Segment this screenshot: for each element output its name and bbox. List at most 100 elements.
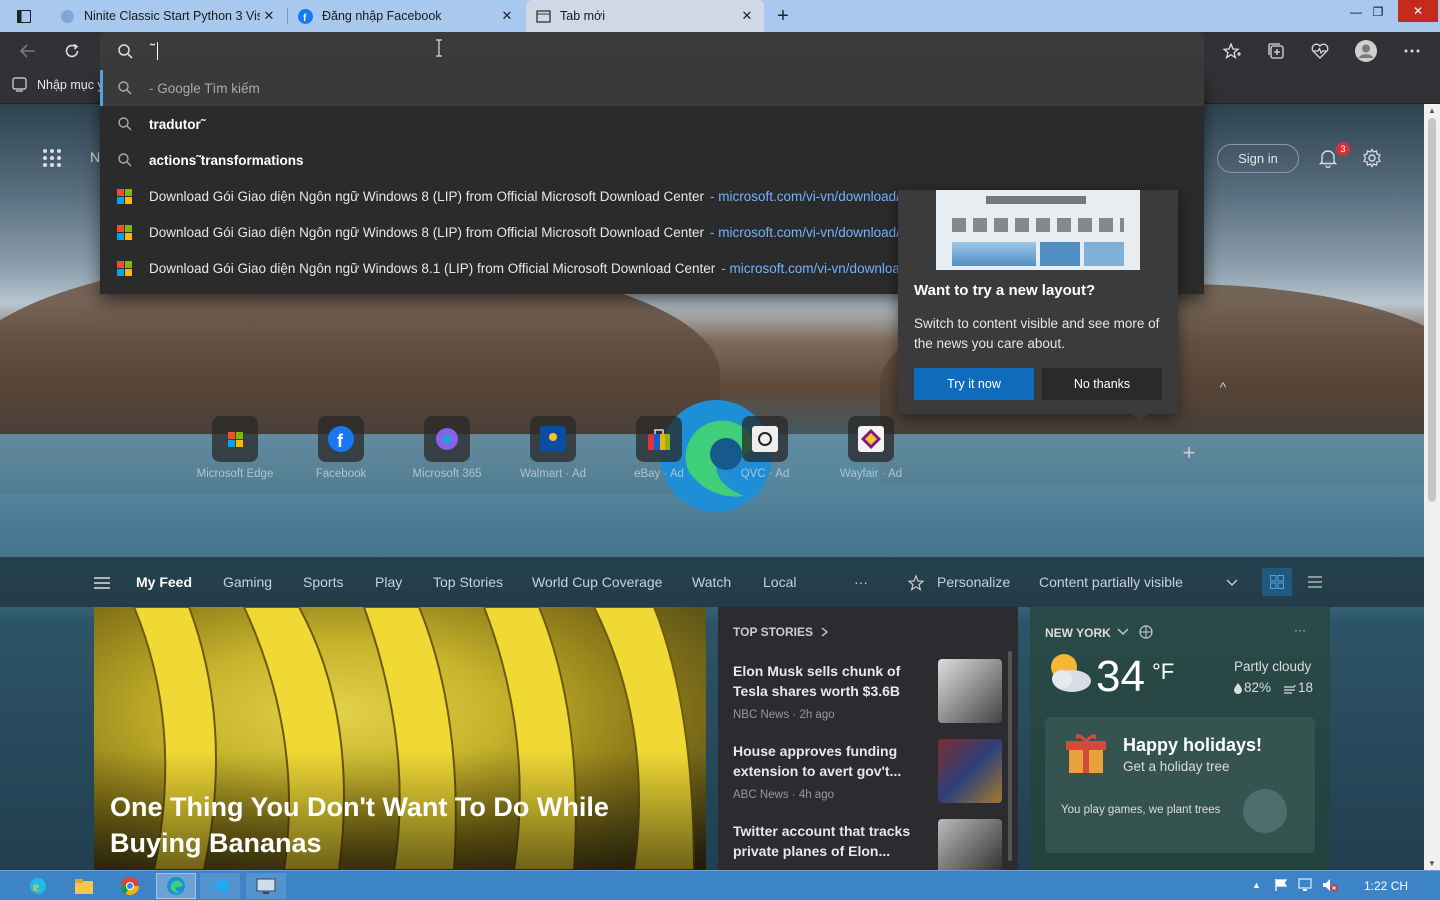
hero-news-card[interactable]: One Thing You Don't Want To Do While Buy… [94, 607, 706, 870]
taskbar: e ▲ 1:22 CH [0, 870, 1440, 900]
action-center-flag-icon[interactable] [1274, 878, 1288, 895]
list-layout-icon[interactable] [1300, 568, 1330, 596]
page-scrollbar[interactable]: ▲ ▼ [1424, 104, 1440, 870]
tray-expand-icon[interactable]: ▲ [1252, 880, 1261, 890]
feed-tab-world-cup[interactable]: World Cup Coverage [532, 574, 662, 590]
tab-ninite[interactable]: Ninite Classic Start Python 3 Visu ✕ [50, 0, 286, 32]
partly-cloudy-icon [1044, 649, 1094, 695]
facebook-favicon-icon: f [298, 8, 313, 24]
story-item[interactable]: Elon Musk sells chunk of Tesla shares wo… [733, 661, 933, 721]
layout-preview-image [936, 190, 1140, 270]
internet-explorer-icon[interactable]: e [18, 873, 58, 899]
add-quick-link-button[interactable]: + [1176, 440, 1202, 466]
import-favorites-item[interactable]: Nhập mục y [12, 77, 104, 92]
feed-tab-my-feed[interactable]: My Feed [136, 574, 192, 590]
more-options-icon[interactable] [1398, 38, 1426, 64]
new-tab-favicon-icon [536, 9, 551, 24]
chevron-down-icon[interactable] [1222, 573, 1242, 593]
no-thanks-button[interactable]: No thanks [1042, 368, 1162, 400]
quick-link-qvc[interactable]: QVC · Ad [720, 416, 810, 480]
quick-link-walmart[interactable]: Walmart · Ad [508, 416, 598, 480]
tab-facebook[interactable]: f Đăng nhập Facebook ✕ [288, 0, 524, 32]
locate-icon[interactable] [1138, 624, 1154, 640]
feed-more-button[interactable]: ··· [854, 574, 868, 590]
feed-tab-top-stories[interactable]: Top Stories [433, 574, 503, 590]
suggestion-query: tradutor˜ [149, 116, 206, 132]
edge-taskbar-icon[interactable] [156, 873, 196, 899]
preview-tiles [952, 218, 1124, 232]
hamburger-menu-icon[interactable] [90, 571, 114, 595]
promo-tree-button[interactable] [1243, 789, 1287, 833]
remote-desktop-icon[interactable] [246, 873, 286, 899]
chrome-icon[interactable] [110, 873, 150, 899]
volume-muted-icon[interactable] [1322, 878, 1338, 895]
holiday-promo[interactable]: Happy holidays! Get a holiday tree You p… [1045, 717, 1315, 853]
window-close-button[interactable]: ✕ [1398, 0, 1438, 22]
tab-title: Đăng nhập Facebook [322, 9, 442, 23]
sign-in-button[interactable]: Sign in [1217, 144, 1299, 173]
weather-card[interactable]: NEW YORK ··· 34 °F Partly cloudy 82% 18 … [1030, 607, 1330, 870]
quick-link-wayfair[interactable]: Wayfair · Ad [826, 416, 916, 480]
back-arrow-icon[interactable] [14, 38, 42, 64]
scroll-down-arrow-icon[interactable]: ▼ [1428, 859, 1436, 868]
file-explorer-icon[interactable] [64, 873, 104, 899]
address-bar[interactable]: ˜ [100, 32, 1204, 70]
new-tab-button[interactable]: + [770, 4, 796, 28]
feed-tab-gaming[interactable]: Gaming [223, 574, 272, 590]
network-icon[interactable] [1298, 878, 1314, 895]
suggestion-item[interactable]: - Google Tìm kiếm [100, 70, 1204, 106]
promo-title: Happy holidays! [1123, 735, 1263, 755]
collections-icon[interactable] [1262, 38, 1290, 64]
suggestion-text: Download Gói Giao diện Ngôn ngữ Windows … [149, 260, 716, 276]
page-settings-gear-icon[interactable] [1358, 144, 1386, 172]
stories-scrollbar[interactable] [1008, 651, 1012, 861]
weather-more-button[interactable]: ··· [1294, 623, 1306, 637]
refresh-icon[interactable] [58, 38, 86, 64]
feed-tab-sports[interactable]: Sports [303, 574, 343, 590]
suggestion-query: actions˜transformations [149, 152, 304, 168]
app-launcher-icon[interactable] [40, 146, 64, 170]
scrollbar-thumb[interactable] [1428, 118, 1436, 502]
quick-link-microsoft-365[interactable]: Microsoft 365 [402, 416, 492, 480]
tab-new-tab[interactable]: Tab mới ✕ [526, 0, 764, 32]
promo-subtitle: Get a holiday tree [1123, 759, 1230, 774]
feed-tab-local[interactable]: Local [763, 574, 796, 590]
restore-button[interactable]: ❐ [1362, 0, 1394, 24]
suggestion-item[interactable]: actions˜transformations [100, 142, 1204, 178]
scroll-up-arrow-icon[interactable]: ▲ [1428, 106, 1436, 115]
microsoft-logo-icon [100, 224, 149, 240]
humidity-value: 82% [1244, 680, 1272, 695]
feed-tab-watch[interactable]: Watch [692, 574, 731, 590]
tab-close-icon[interactable]: ✕ [260, 8, 278, 24]
clock-time[interactable]: 1:22 CH [1364, 879, 1408, 893]
favorites-icon[interactable] [1218, 38, 1246, 64]
story-item[interactable]: Twitter account that tracks private plan… [733, 821, 933, 861]
feed-navigation: My Feed Gaming Sports Play Top Stories W… [0, 557, 1424, 607]
collapse-chevron-up-icon[interactable]: ^ [1212, 376, 1234, 398]
feed-tab-play[interactable]: Play [375, 574, 402, 590]
suggestion-item[interactable]: tradutor˜ [100, 106, 1204, 142]
vscode-icon[interactable] [200, 873, 240, 899]
title-bar: Ninite Classic Start Python 3 Visu ✕ f Đ… [0, 0, 1440, 32]
tab-actions-icon[interactable] [10, 6, 38, 26]
search-icon [100, 81, 149, 95]
browser-essentials-icon[interactable] [1306, 38, 1334, 64]
personalize-button[interactable]: Personalize [937, 574, 1010, 590]
location-chevron-down-icon[interactable] [1116, 625, 1130, 639]
quick-link-facebook[interactable]: f Facebook [296, 416, 386, 480]
top-stories-heading[interactable]: TOP STORIES [733, 625, 829, 639]
content-visibility-dropdown[interactable]: Content partially visible [1039, 574, 1183, 590]
quick-link-ebay[interactable]: eBay · Ad [614, 416, 704, 480]
weather-location[interactable]: NEW YORK [1045, 626, 1111, 640]
story-item[interactable]: House approves funding extension to aver… [733, 741, 933, 801]
profile-avatar-icon[interactable] [1352, 38, 1380, 64]
tab-close-icon[interactable]: ✕ [498, 8, 516, 24]
grid-layout-icon[interactable] [1262, 568, 1292, 596]
tab-close-icon[interactable]: ✕ [738, 8, 756, 24]
quick-link-microsoft-edge[interactable]: Microsoft Edge [190, 416, 280, 480]
preview-card [952, 242, 1036, 266]
gift-icon [1065, 731, 1107, 775]
try-it-now-button[interactable]: Try it now [914, 368, 1034, 400]
new-layout-popup: Want to try a new layout? Switch to cont… [898, 190, 1178, 422]
address-input-value[interactable]: ˜ [150, 41, 155, 58]
